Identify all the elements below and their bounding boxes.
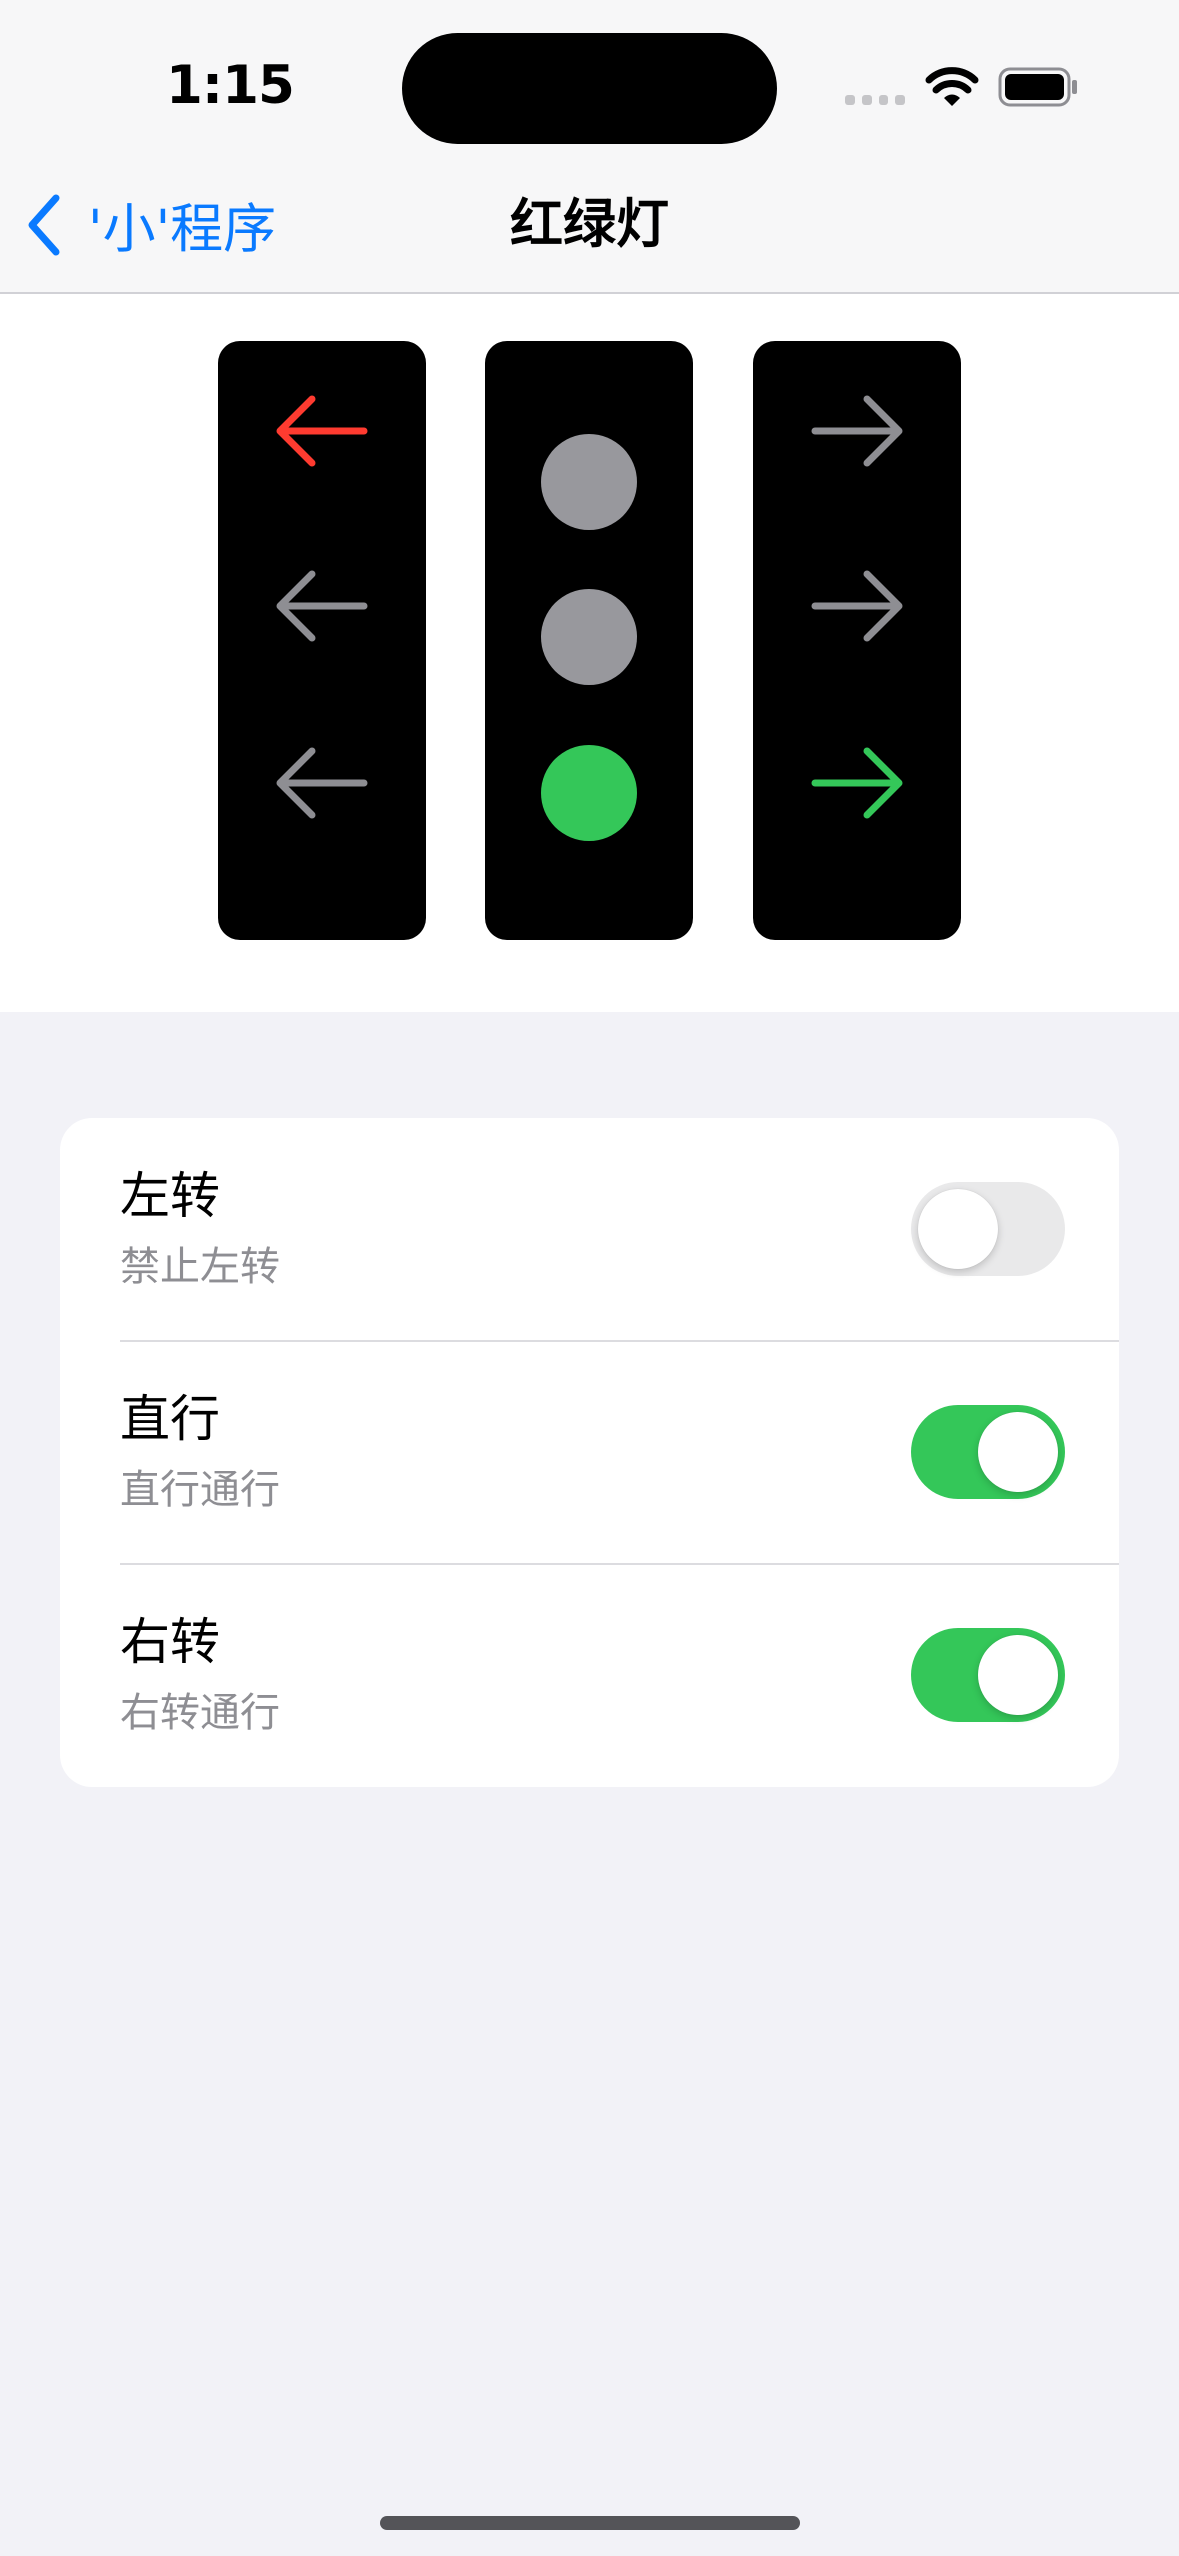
arrow-right-icon [811, 395, 903, 467]
setting-title: 右转 [120, 1613, 220, 1671]
left-turn-signal [218, 341, 426, 940]
toggle-knob [978, 1412, 1058, 1492]
setting-subtitle: 禁止左转 [120, 1244, 280, 1290]
setting-subtitle: 直行通行 [120, 1467, 280, 1513]
straight-signal [485, 341, 693, 940]
arrow-left-icon [276, 570, 368, 642]
wifi-icon [925, 67, 979, 106]
arrow-left-icon [276, 395, 368, 467]
setting-title: 左转 [120, 1167, 220, 1225]
signal-settings-card: 左转 禁止左转 直行 直行通行 右转 右转通行 [60, 1118, 1119, 1787]
setting-row-right-turn: 右转 右转通行 [60, 1564, 1119, 1786]
cellular-signal-icon [845, 95, 905, 107]
straight-toggle[interactable] [911, 1405, 1065, 1499]
top-bar: 1:15 '小'程序 红绿灯 [0, 0, 1179, 294]
setting-row-left-turn: 左转 禁止左转 [60, 1118, 1119, 1340]
toggle-knob [978, 1635, 1058, 1715]
setting-title: 直行 [120, 1390, 220, 1448]
signal-lamp [541, 434, 637, 530]
right-turn-signal [753, 341, 961, 940]
signal-lamp [541, 589, 637, 685]
arrow-left-icon [276, 747, 368, 819]
signal-lamp [541, 745, 637, 841]
traffic-light-panel [0, 294, 1179, 1012]
right-turn-toggle[interactable] [911, 1628, 1065, 1722]
battery-icon [998, 67, 1077, 107]
setting-row-straight: 直行 直行通行 [60, 1341, 1119, 1563]
setting-subtitle: 右转通行 [120, 1690, 280, 1736]
home-indicator[interactable] [380, 2516, 800, 2530]
left-turn-toggle[interactable] [911, 1182, 1065, 1276]
status-time: 1:15 [166, 55, 295, 116]
page-title: 红绿灯 [510, 194, 669, 255]
toggle-knob [918, 1189, 998, 1269]
arrow-right-icon [811, 747, 903, 819]
dynamic-island [402, 33, 777, 144]
arrow-right-icon [811, 570, 903, 642]
